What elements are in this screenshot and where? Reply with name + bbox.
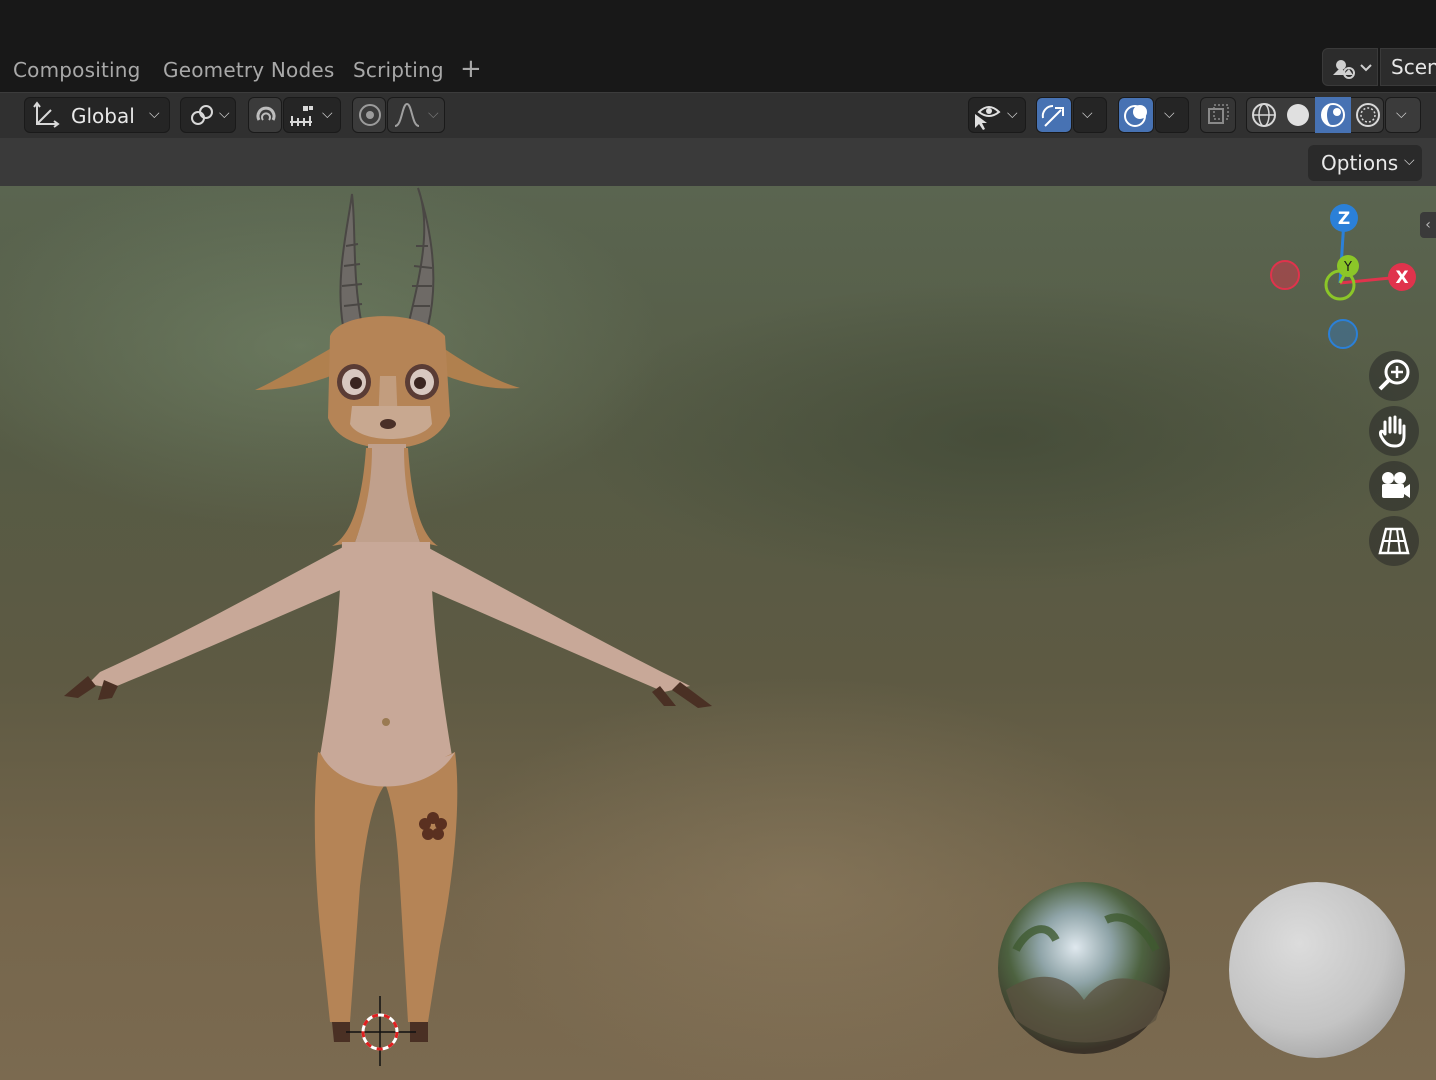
pan-hand-icon	[1379, 415, 1406, 448]
overlays-dropdown[interactable]: ⌵	[1155, 97, 1189, 133]
gazelle-character-model[interactable]	[0, 186, 760, 1080]
scene-icon	[1333, 60, 1372, 79]
xray-toggle[interactable]	[1200, 97, 1236, 133]
chevron-down-icon: ⌵	[1082, 106, 1093, 122]
negative-x-axis-handle[interactable]	[1270, 260, 1300, 290]
show-overlays-toggle[interactable]	[1118, 97, 1154, 133]
wireframe-icon[interactable]	[1249, 100, 1279, 130]
viewport-header	[0, 138, 1436, 186]
chevron-down-icon: ⌵	[322, 106, 333, 122]
snap-increment-icon	[290, 106, 313, 126]
chevron-down-icon: ⌵	[1404, 153, 1415, 169]
scene-selector: Scen	[1322, 48, 1436, 86]
gizmo-icon	[1041, 104, 1064, 127]
falloff-dropdown[interactable]: ⌵	[387, 97, 445, 133]
pivot-link-icon	[191, 105, 213, 125]
perspective-toggle-button[interactable]	[1369, 516, 1419, 566]
3d-cursor-icon	[346, 996, 416, 1066]
magnet-icon	[256, 106, 276, 121]
studio-light-preview-sphere	[1229, 882, 1405, 1058]
navigation-gizmo[interactable]: Y Z X	[1258, 196, 1428, 366]
perspective-grid-icon	[1378, 527, 1410, 555]
shading-options-dropdown[interactable]: ⌵	[1385, 97, 1421, 133]
zoom-icon	[1378, 359, 1410, 391]
overlays-icon	[1124, 105, 1147, 127]
workspace-topbar: Compositing Geometry Nodes Scripting + S…	[0, 0, 1436, 92]
material-preview-button[interactable]	[1315, 97, 1351, 133]
options-dropdown[interactable]: Options ⌵	[1308, 145, 1422, 181]
gizmo-dropdown[interactable]: ⌵	[1073, 97, 1107, 133]
pan-button[interactable]	[1369, 406, 1419, 456]
orientation-axes-icon	[33, 101, 60, 128]
snap-target-dropdown[interactable]: ⌵	[283, 97, 341, 133]
scene-name-field[interactable]: Scen	[1380, 48, 1436, 86]
options-label: Options	[1321, 151, 1399, 175]
3d-viewport[interactable]: ‹ Y Z X	[0, 186, 1436, 1080]
chevron-down-icon: ⌵	[219, 106, 230, 122]
camera-view-button[interactable]	[1369, 461, 1419, 511]
negative-z-axis-handle[interactable]	[1328, 319, 1358, 349]
material-preview-icon	[1321, 103, 1345, 127]
pivot-point-dropdown[interactable]: ⌵	[180, 97, 236, 133]
proportional-edit-icon	[359, 104, 381, 126]
solid-icon[interactable]	[1283, 100, 1313, 130]
chevron-down-icon: ⌵	[428, 106, 439, 122]
eye-cursor-icon	[975, 106, 1001, 130]
camera-view-icon	[1382, 472, 1410, 498]
add-workspace-button[interactable]: +	[460, 54, 482, 84]
x-axis-label: X	[1395, 268, 1408, 288]
selectability-visibility-dropdown[interactable]: ⌵	[968, 97, 1026, 133]
scene-browse-button[interactable]	[1322, 48, 1378, 86]
hdri-preview-sphere	[998, 882, 1170, 1054]
proportional-edit-toggle[interactable]	[352, 97, 386, 133]
snap-toggle[interactable]	[248, 97, 282, 133]
xray-icon	[1208, 104, 1229, 124]
show-gizmo-toggle[interactable]	[1036, 97, 1072, 133]
chevron-down-icon: ⌵	[1396, 106, 1407, 122]
chevron-down-icon: ⌵	[1164, 106, 1175, 122]
z-axis-label: Z	[1338, 209, 1350, 229]
chevron-down-icon: ⌵	[1007, 106, 1018, 122]
tab-scripting[interactable]: Scripting	[353, 58, 444, 82]
tab-geometry-nodes[interactable]: Geometry Nodes	[163, 58, 335, 82]
falloff-curve-icon	[394, 102, 420, 127]
shading-mode-group	[1246, 97, 1384, 133]
chevron-down-icon: ⌵	[149, 106, 160, 122]
tab-compositing[interactable]: Compositing	[13, 58, 141, 82]
transform-orientation-dropdown[interactable]: Global ⌵	[24, 97, 170, 133]
rendered-icon[interactable]	[1353, 100, 1383, 130]
zoom-button[interactable]	[1369, 351, 1419, 401]
viewport-toolbar: Global ⌵ ⌵ ⌵ ⌵ ⌵ ⌵ ⌵ ⌵	[0, 92, 1436, 139]
orientation-label: Global	[71, 104, 135, 128]
